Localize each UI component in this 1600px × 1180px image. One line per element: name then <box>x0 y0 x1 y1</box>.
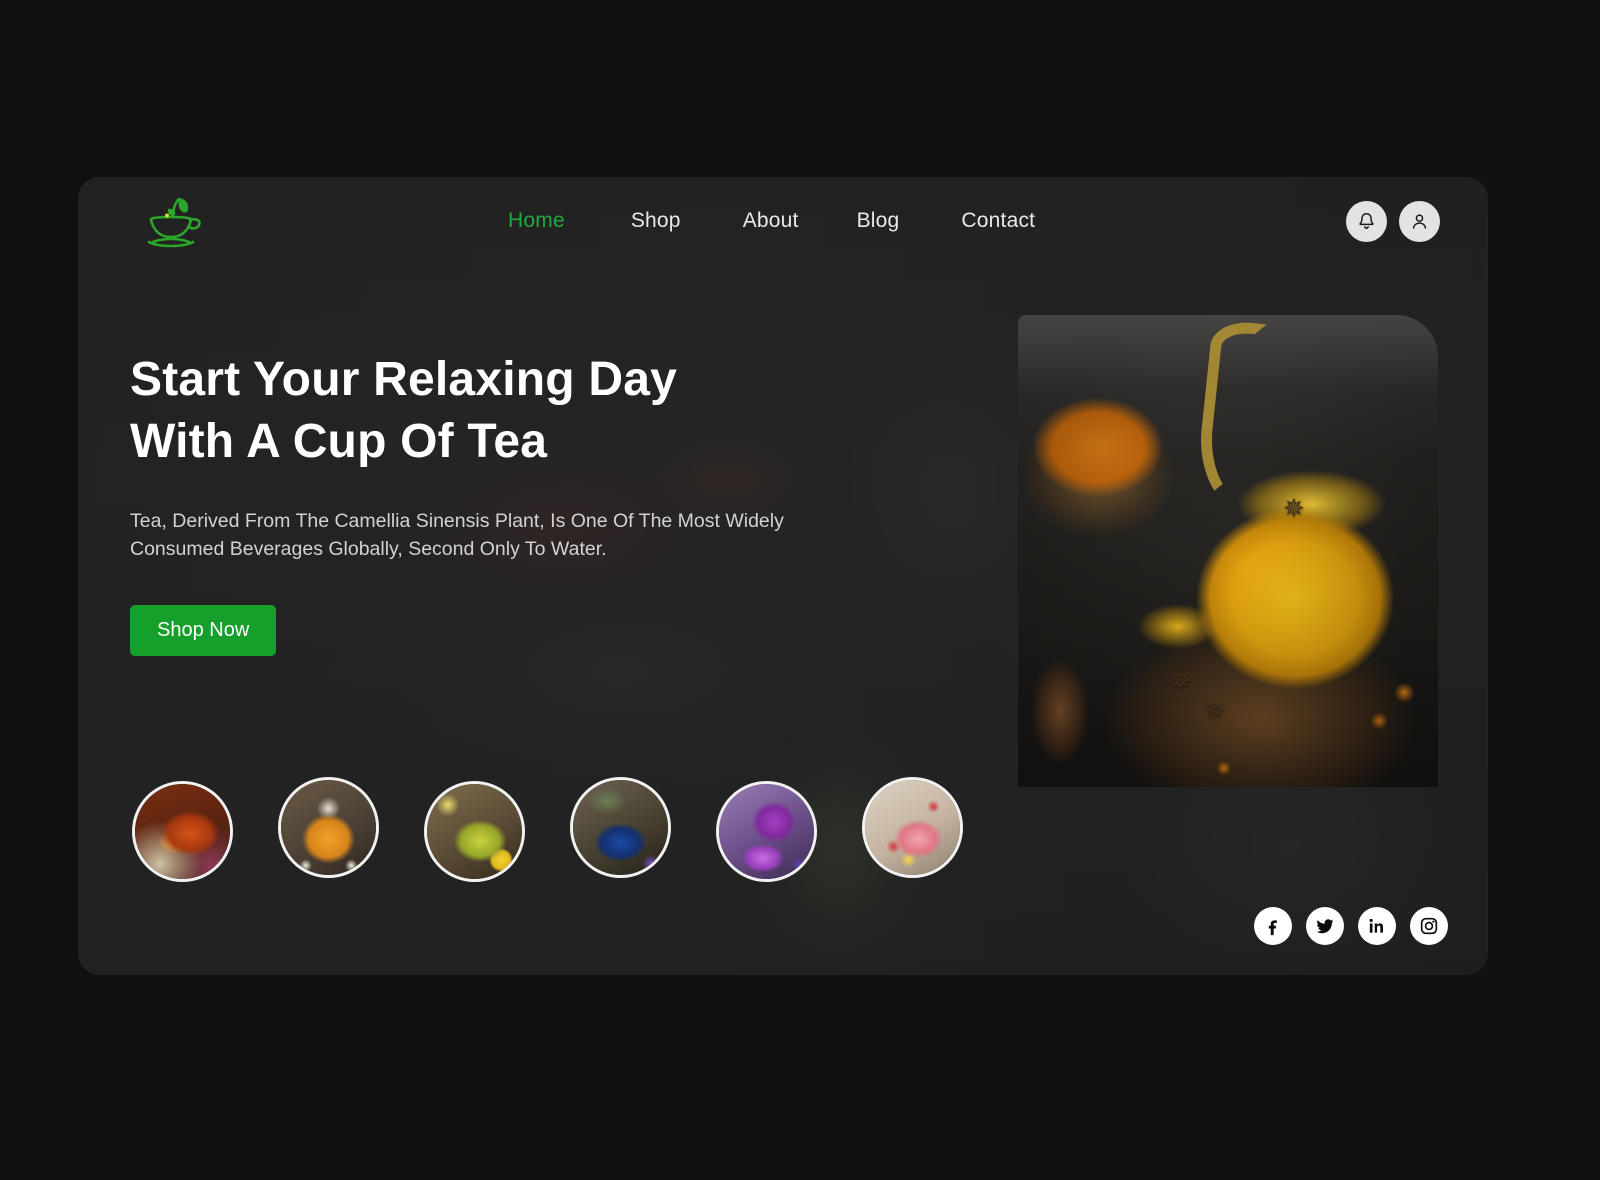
star-anise-icon: ✵ <box>1204 695 1226 725</box>
star-anise-icon: ✵ <box>1283 493 1305 523</box>
linkedin-icon <box>1369 918 1383 933</box>
facebook-icon <box>1268 920 1277 936</box>
facebook-link[interactable] <box>1254 907 1292 945</box>
nav-item-home[interactable]: Home <box>508 203 565 239</box>
account-button[interactable] <box>1399 201 1440 242</box>
thumbnail-chamomile-honey-tea[interactable] <box>278 777 379 878</box>
thumbnail-green-lemon-tea[interactable] <box>424 781 525 882</box>
user-icon <box>1412 214 1427 229</box>
hero-subtitle-line-1: Tea, Derived From The Camellia Sinensis … <box>130 509 784 532</box>
thumbnail-berry-citrus-tea[interactable] <box>862 777 963 878</box>
thumbnail-image <box>135 784 230 879</box>
hero-subtitle: Tea, Derived From The Camellia Sinensis … <box>130 508 870 563</box>
top-bar-actions <box>1346 201 1440 242</box>
tea-cup-leaf-logo[interactable] <box>135 187 207 259</box>
thumbnail-image <box>281 780 376 875</box>
thumbnail-image <box>427 784 522 879</box>
thumbnail-image <box>573 780 668 875</box>
top-navigation-bar: Home Shop About Blog Contact <box>78 177 1488 269</box>
hero-title-line-2: With A Cup Of Tea <box>130 414 548 468</box>
notifications-button[interactable] <box>1346 201 1387 242</box>
thumbnail-image <box>865 780 960 875</box>
instagram-link[interactable] <box>1410 907 1448 945</box>
twitter-link[interactable] <box>1306 907 1344 945</box>
thumbnail-butterfly-pea-tea[interactable] <box>570 777 671 878</box>
hero-card: Home Shop About Blog Contact Start Your … <box>78 177 1488 975</box>
hero-title-line-1: Start Your Relaxing Day <box>130 353 677 406</box>
page-root: Home Shop About Blog Contact Start Your … <box>0 0 1600 1180</box>
hero-product-image[interactable]: ✵ ✵ ✵ <box>1018 315 1438 787</box>
social-links <box>1254 907 1448 945</box>
linkedin-link[interactable] <box>1358 907 1396 945</box>
tea-thumbnail-strip <box>132 777 1032 897</box>
thumbnail-purple-floral-tea[interactable] <box>716 781 817 882</box>
star-anise-icon: ✵ <box>1170 665 1192 695</box>
hero-subtitle-line-2: Consumed Beverages Globally, Second Only… <box>130 537 607 560</box>
twitter-icon <box>1316 919 1334 934</box>
thumbnail-black-tea[interactable] <box>132 781 233 882</box>
nav-item-shop[interactable]: Shop <box>631 203 681 239</box>
main-navigation: Home Shop About Blog Contact <box>508 203 1035 239</box>
nav-item-contact[interactable]: Contact <box>961 203 1035 239</box>
thumbnail-image <box>719 784 814 879</box>
bell-icon <box>1359 213 1374 229</box>
hero-copy-block: Start Your Relaxing Day With A Cup Of Te… <box>130 349 920 657</box>
instagram-icon <box>1420 917 1438 935</box>
nav-item-blog[interactable]: Blog <box>857 203 900 239</box>
page-title: Start Your Relaxing Day With A Cup Of Te… <box>130 349 920 473</box>
shop-now-button[interactable]: Shop Now <box>130 605 277 657</box>
nav-item-about[interactable]: About <box>743 203 799 239</box>
